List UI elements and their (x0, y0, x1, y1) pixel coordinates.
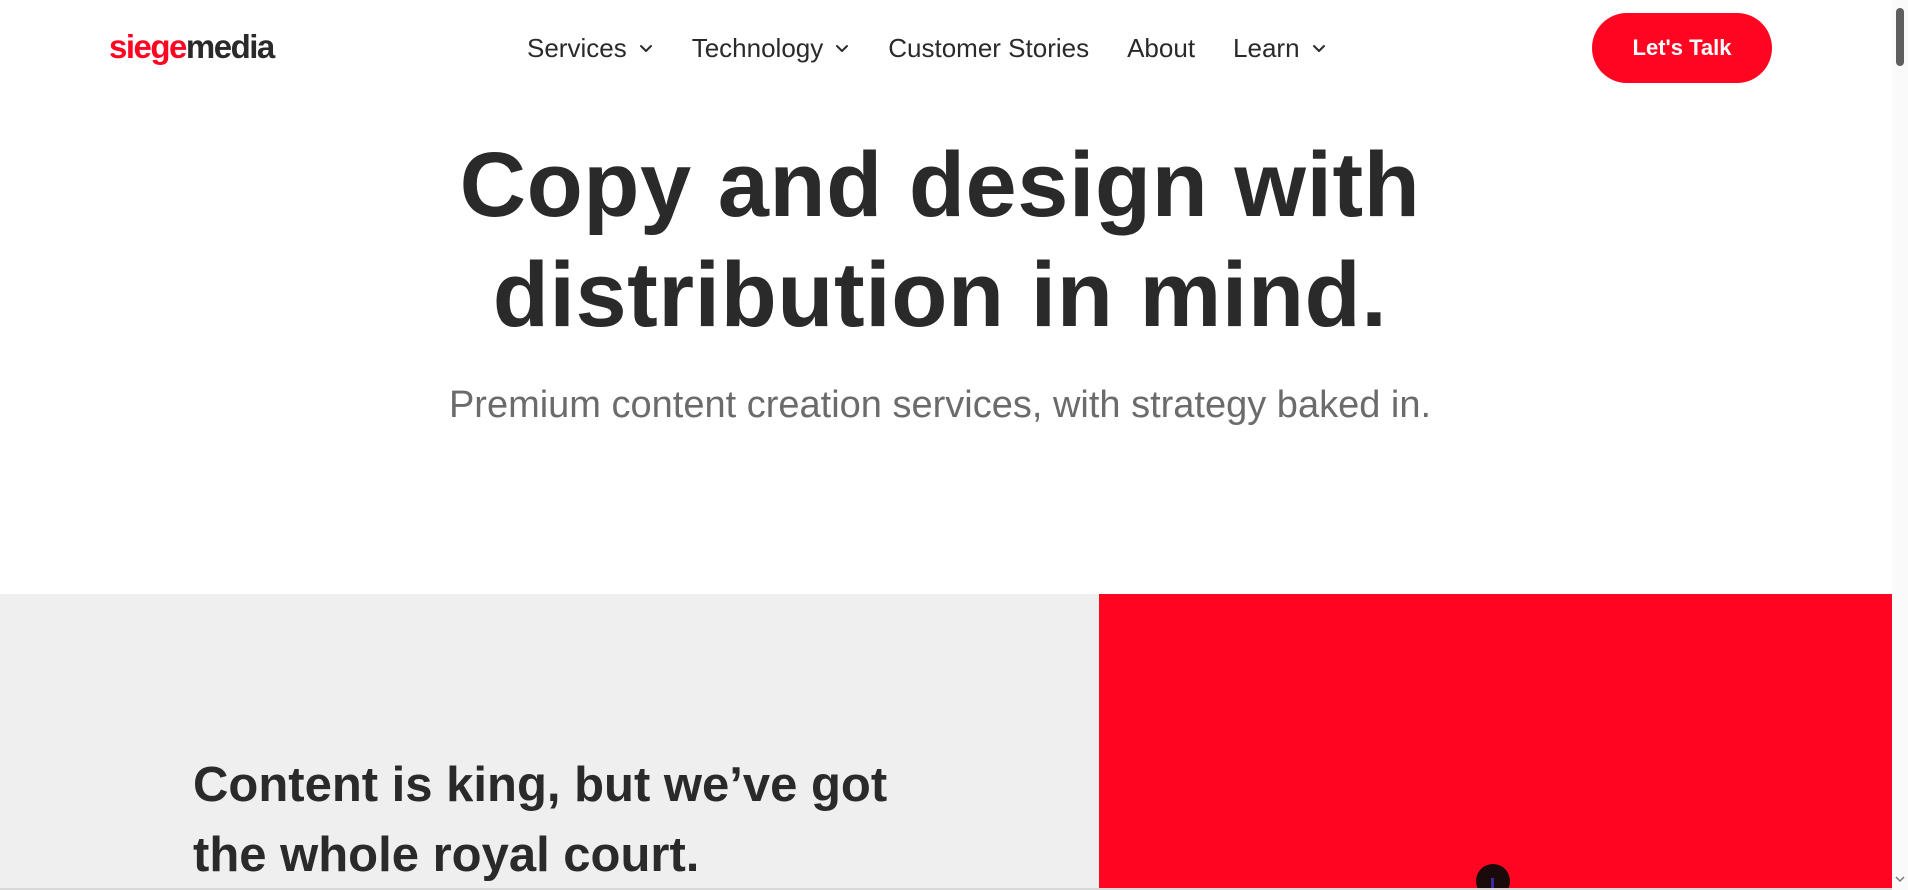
section-red-panel (1099, 594, 1892, 890)
main-nav: Services Technology Customer Stories Abo… (527, 30, 1365, 66)
nav-item-customer-stories[interactable]: Customer Stories (888, 33, 1089, 64)
page: siegemedia Services Technology Customer … (0, 0, 1908, 890)
site-header: siegemedia Services Technology Customer … (0, 0, 1892, 96)
chevron-down-icon (639, 45, 652, 52)
nav-item-label: About (1127, 32, 1196, 63)
nav-item-label: Learn (1233, 32, 1300, 63)
nav-item-label: Customer Stories (888, 32, 1090, 63)
vertical-scrollbar[interactable] (1892, 0, 1908, 890)
section-title-line1: Content is king, but we’ve got (193, 758, 888, 812)
chevron-down-icon (1312, 45, 1325, 52)
nav-item-about[interactable]: About (1127, 33, 1195, 64)
logo-siege: siege (109, 28, 187, 65)
section-title-line2: the whole royal court. (193, 828, 700, 882)
section-title: Content is king, but we’ve got the whole… (193, 750, 953, 890)
hero-subtitle: Premium content creation services, with … (448, 384, 1432, 426)
logo-media: media (185, 28, 275, 65)
hero-title: Copy and design with distribution in min… (0, 130, 1880, 350)
nav-item-label: Technology (691, 32, 824, 63)
hero-title-line1: Copy and design with (459, 134, 1421, 236)
hero-title-line2: distribution in mind. (492, 244, 1388, 346)
siegemedia-logo[interactable]: siegemedia (109, 28, 275, 65)
lets-talk-button[interactable]: Let's Talk (1592, 13, 1772, 83)
section-left-panel: Content is king, but we’ve got the whole… (0, 594, 1099, 890)
nav-item-technology[interactable]: Technology (692, 33, 851, 64)
scroll-down-arrow-icon[interactable] (1895, 874, 1905, 884)
nav-item-learn[interactable]: Learn (1233, 33, 1327, 64)
nav-item-label: Services (527, 32, 627, 63)
royal-court-section: Content is king, but we’ve got the whole… (0, 594, 1892, 890)
scrollbar-thumb[interactable] (1896, 8, 1904, 66)
nav-item-services[interactable]: Services (527, 33, 654, 64)
chevron-down-icon (836, 45, 849, 52)
